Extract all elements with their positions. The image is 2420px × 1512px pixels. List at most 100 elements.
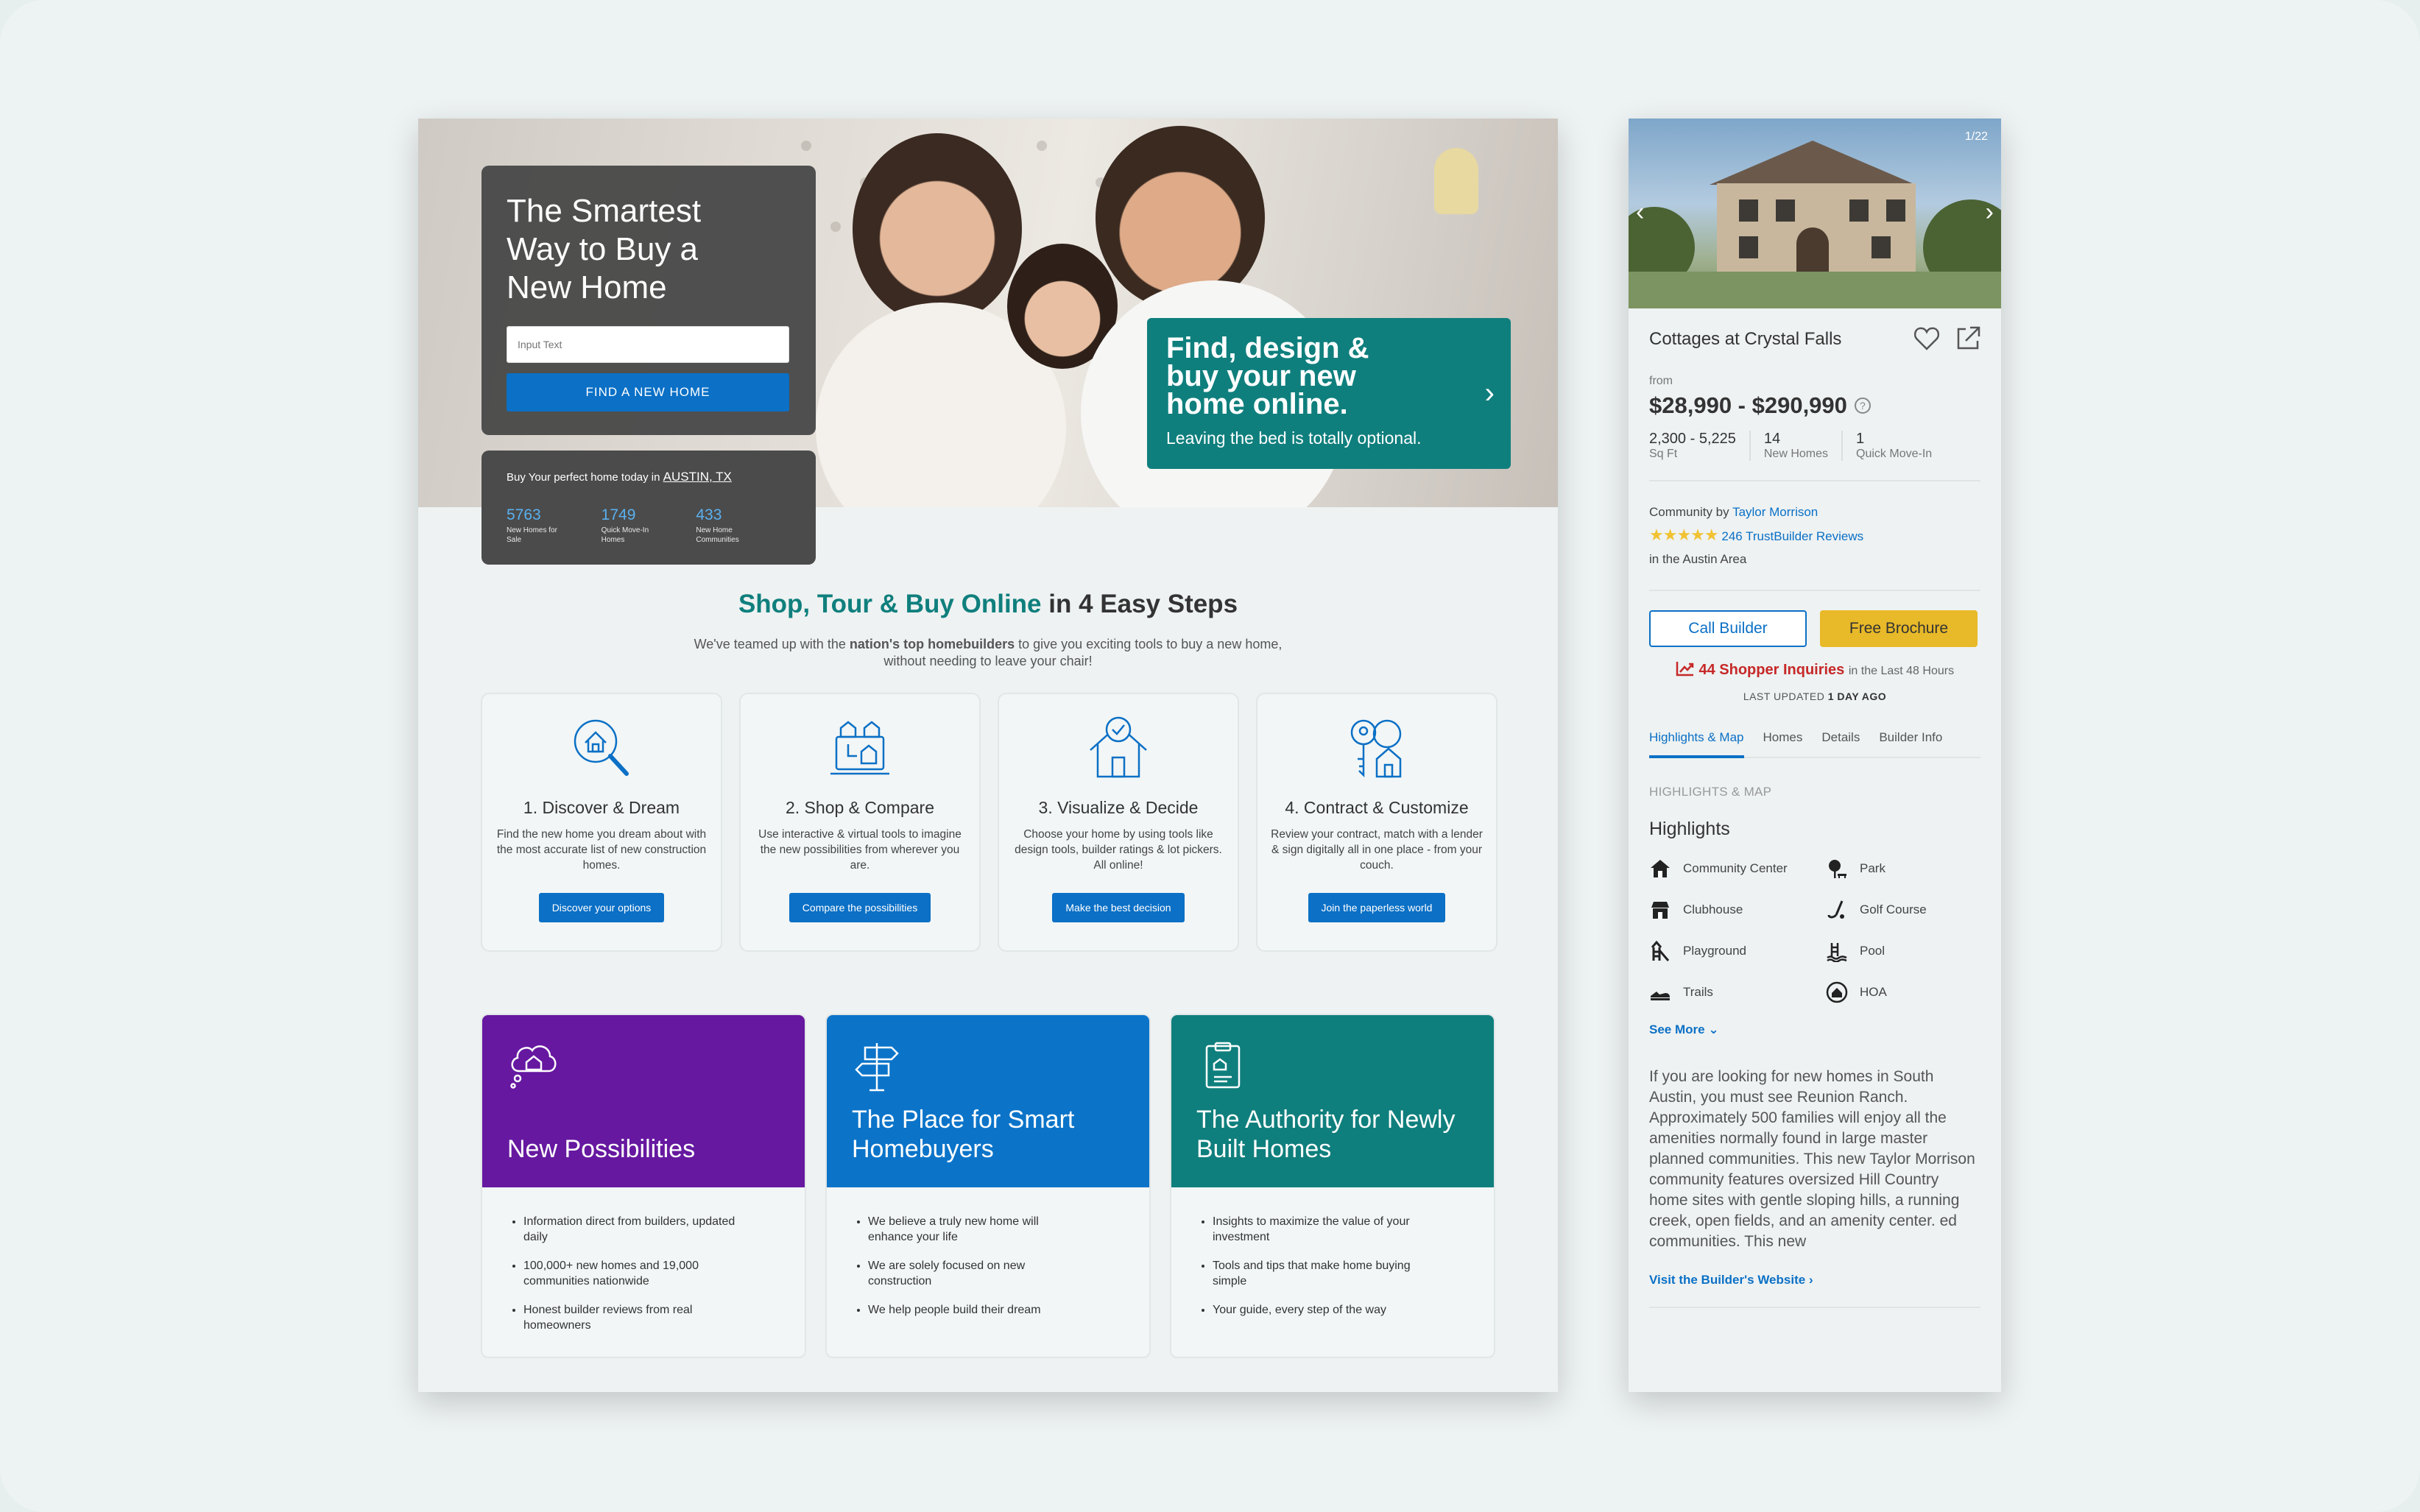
list-item: Honest builder reviews from real homeown… (523, 1302, 737, 1333)
steps-sub-bold: nation's top homebuilders (849, 637, 1015, 651)
community-center-icon (1651, 860, 1670, 877)
spec-quick-move-in: 1 Quick Move-In (1841, 431, 1945, 461)
promo-card[interactable]: Find, design & buy your new home online.… (1147, 318, 1511, 469)
feature-card-smart-homebuyers: The Place for Smart Homebuyers We believ… (825, 1014, 1151, 1358)
highlight-label: Golf Course (1860, 902, 1927, 916)
feature-list: We believe a truly new home will enhance… (827, 1187, 1149, 1318)
step-title: 4. Contract & Customize (1285, 798, 1469, 817)
step-title: 1. Discover & Dream (523, 798, 680, 817)
location-stats-card: Buy Your perfect home today in AUSTIN, T… (481, 451, 816, 565)
list-item: Your guide, every step of the way (1213, 1302, 1426, 1318)
chevron-left-icon[interactable]: ‹ (1636, 198, 1644, 227)
visit-builder-link[interactable]: Visit the Builder's Website › (1649, 1273, 1980, 1287)
stat-label: Quick Move-In Homes (601, 526, 649, 544)
price-range: $28,990 - $290,990? (1649, 392, 1980, 419)
stat-new-homes[interactable]: 5763 New Homes for Sale (507, 506, 602, 545)
step-card-compare: 2. Shop & Compare Use interactive & virt… (739, 693, 981, 952)
tab-details[interactable]: Details (1821, 730, 1860, 745)
feature-title: New Possibilities (507, 1135, 696, 1163)
stat-value: 433 (696, 506, 722, 523)
feature-list: Insights to maximize the value of your i… (1171, 1187, 1494, 1318)
feature-header: The Authority for Newly Built Homes (1171, 1015, 1494, 1187)
search-home-icon (574, 719, 629, 776)
search-input[interactable] (507, 326, 789, 363)
step-title: 3. Visualize & Decide (1038, 798, 1199, 817)
park-icon (1829, 860, 1846, 878)
listing-photo-carousel[interactable]: 1/22 ‹ › (1629, 119, 2001, 308)
location-link[interactable]: AUSTIN, TX (663, 470, 732, 484)
spec-value: 1 (1856, 431, 1865, 447)
listing-actions (1913, 325, 1982, 353)
highlight-item: Playground (1649, 940, 1826, 962)
chevron-right-icon: › (1808, 1273, 1813, 1287)
inquiries-period: in the Last 48 Hours (1848, 665, 1955, 677)
see-more-link[interactable]: See More ⌄ (1649, 1022, 1980, 1037)
stat-value: 5763 (507, 506, 541, 523)
highlight-label: Pool (1860, 944, 1885, 958)
trails-icon (1651, 992, 1670, 1000)
highlight-item: Pool (1826, 940, 1973, 962)
highlight-label: Park (1860, 861, 1885, 875)
hero-search-card: The Smartest Way to Buy a New Home FIND … (481, 166, 816, 435)
discover-options-button[interactable]: Discover your options (538, 893, 665, 922)
homepage-preview: The Smartest Way to Buy a New Home FIND … (418, 119, 1558, 1392)
highlights-grid: Community Center Park Clubhouse Golf Cou… (1649, 858, 1980, 1003)
spec-sqft: 2,300 - 5,225 Sq Ft (1649, 431, 1749, 461)
highlight-label: Community Center (1683, 861, 1788, 875)
golf-course-icon (1827, 900, 1844, 919)
hero-banner: The Smartest Way to Buy a New Home FIND … (418, 119, 1558, 507)
feature-title: The Place for Smart Homebuyers (852, 1106, 1075, 1163)
area-label: in the Austin Area (1649, 552, 1747, 566)
best-decision-button[interactable]: Make the best decision (1052, 893, 1185, 922)
highlight-item: Clubhouse (1649, 899, 1826, 921)
spec-label: Sq Ft (1649, 448, 1678, 460)
steps-heading: Shop, Tour & Buy Online in 4 Easy Steps (418, 590, 1558, 619)
reviews-link[interactable]: 246 TrustBuilder Reviews (1721, 529, 1863, 543)
chevron-down-icon: ⌄ (1708, 1022, 1719, 1036)
stat-quick-move-in[interactable]: 1749 Quick Move-In Homes (602, 506, 696, 545)
call-builder-button[interactable]: Call Builder (1649, 610, 1807, 647)
step-description: Use interactive & virtual tools to imagi… (758, 828, 962, 872)
updated-value: 1 DAY AGO (1827, 690, 1887, 702)
step-title: 2. Shop & Compare (785, 798, 934, 817)
heart-icon[interactable] (1913, 325, 1941, 353)
highlight-item: Park (1826, 858, 1973, 880)
builder-link[interactable]: Taylor Morrison (1732, 505, 1818, 519)
paperless-button[interactable]: Join the paperless world (1308, 893, 1446, 922)
stat-communities[interactable]: 433 New Home Communities (696, 506, 791, 545)
help-icon[interactable]: ? (1854, 398, 1871, 414)
feature-card-possibilities: New Possibilities Information direct fro… (481, 1014, 806, 1358)
find-home-button[interactable]: FIND A NEW HOME (507, 373, 789, 411)
keys-icon (1350, 719, 1402, 778)
steps-heading-highlight: Shop, Tour & Buy Online (738, 590, 1042, 618)
signpost-icon (855, 1043, 899, 1092)
steps-heading-rest: in 4 Easy Steps (1041, 590, 1238, 618)
photo-counter: 1/22 (1964, 130, 1988, 143)
share-icon[interactable] (1954, 325, 1982, 353)
spec-new-homes: 14 New Homes (1749, 431, 1841, 461)
tab-homes[interactable]: Homes (1763, 730, 1803, 745)
step-description: Find the new home you dream about with t… (496, 828, 707, 872)
pool-icon (1827, 943, 1847, 962)
listing-detail-panel: 1/22 ‹ › Cottages at Crystal Falls from … (1629, 119, 2001, 1392)
stat-value: 1749 (601, 506, 636, 523)
tab-builder-info[interactable]: Builder Info (1879, 730, 1942, 745)
compare-possibilities-button[interactable]: Compare the possibilities (789, 893, 931, 922)
highlight-label: Clubhouse (1683, 902, 1743, 916)
highlight-label: HOA (1860, 985, 1887, 999)
chevron-right-icon[interactable]: › (1986, 198, 1994, 227)
hero-photo-man (1096, 126, 1265, 310)
feature-card-authority: The Authority for Newly Built Homes Insi… (1170, 1014, 1495, 1358)
feature-list: Information direct from builders, update… (482, 1187, 805, 1333)
house-check-icon (1090, 716, 1147, 778)
updated-label: LAST UPDATED (1743, 690, 1825, 702)
stat-label: New Homes for Sale (507, 526, 557, 544)
free-brochure-button[interactable]: Free Brochure (1820, 610, 1978, 647)
feature-title: The Authority for Newly Built Homes (1196, 1106, 1456, 1163)
community-by-label: Community by (1649, 505, 1729, 519)
chevron-right-icon[interactable]: › (1485, 377, 1495, 410)
tab-highlights-map[interactable]: Highlights & Map (1649, 730, 1744, 758)
thought-home-icon (510, 1045, 557, 1089)
visit-label: Visit the Builder's Website (1649, 1273, 1806, 1287)
promo-title: Find, design & buy your new home online. (1166, 332, 1369, 420)
